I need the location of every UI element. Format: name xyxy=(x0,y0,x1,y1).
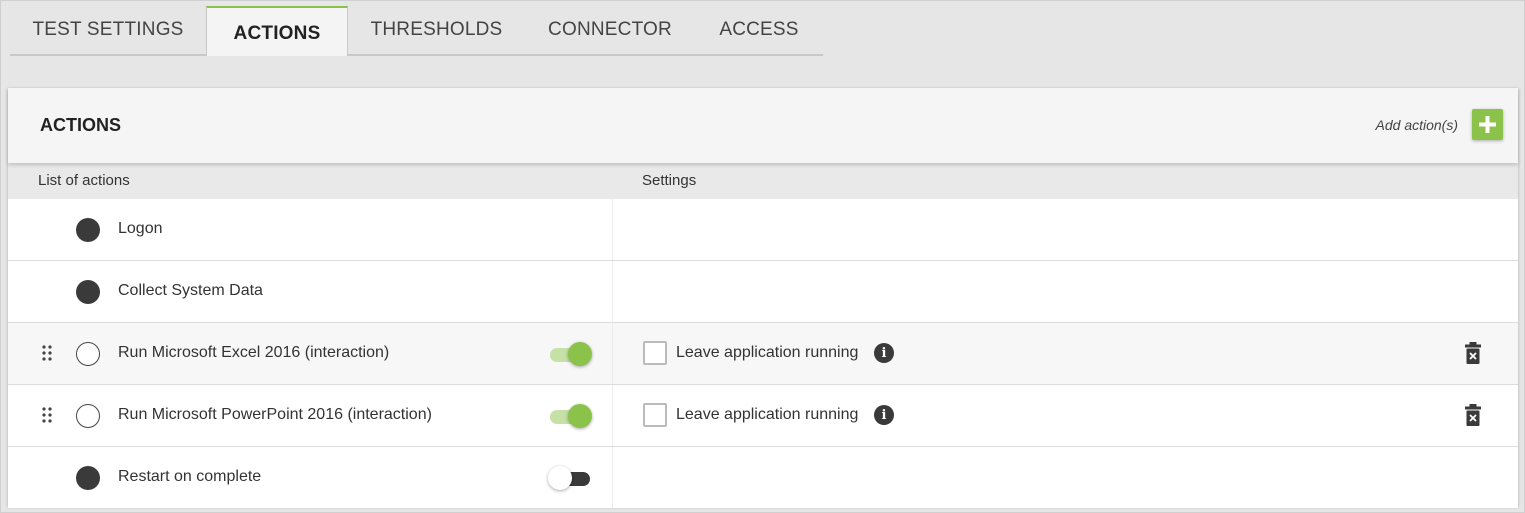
action-row-restart: Restart on complete xyxy=(8,447,1518,508)
info-icon[interactable]: i xyxy=(874,343,894,363)
action-row-powerpoint: Run Microsoft PowerPoint 2016 (interacti… xyxy=(8,385,1518,447)
panel-header: ACTIONS Add action(s) xyxy=(8,88,1518,163)
timeline-node xyxy=(76,466,100,490)
leave-running-checkbox[interactable] xyxy=(643,341,667,365)
trash-icon[interactable] xyxy=(1464,403,1482,427)
column-divider xyxy=(612,261,613,322)
timeline-node xyxy=(76,342,100,366)
column-divider xyxy=(612,199,613,260)
leave-running-label: Leave application running xyxy=(676,406,859,423)
panel-title: ACTIONS xyxy=(40,115,121,135)
enable-toggle[interactable] xyxy=(548,403,592,429)
toggle-knob xyxy=(568,404,592,428)
column-header-settings: Settings xyxy=(642,172,697,189)
column-headers: List of actions Settings xyxy=(8,163,1518,199)
drag-handle-icon[interactable] xyxy=(42,345,52,361)
toggle-knob xyxy=(548,466,572,490)
add-action-button[interactable] xyxy=(1472,109,1503,140)
action-name: Run Microsoft PowerPoint 2016 (interacti… xyxy=(118,406,432,423)
tab-thresholds[interactable]: THRESHOLDS xyxy=(348,6,525,56)
actions-panel: ACTIONS Add action(s) List of actions Se… xyxy=(8,88,1518,508)
tab-bar: TEST SETTINGS ACTIONS THRESHOLDS CONNECT… xyxy=(10,6,823,56)
tab-test-settings[interactable]: TEST SETTINGS xyxy=(10,6,206,56)
column-divider xyxy=(612,323,613,384)
action-name: Run Microsoft Excel 2016 (interaction) xyxy=(118,344,390,361)
tab-connector[interactable]: CONNECTOR xyxy=(525,6,695,56)
leave-running-label: Leave application running xyxy=(676,344,859,361)
timeline-node xyxy=(76,218,100,242)
leave-running-checkbox[interactable] xyxy=(643,403,667,427)
tab-actions[interactable]: ACTIONS xyxy=(206,6,348,56)
plus-icon xyxy=(1479,116,1496,133)
actions-list: Logon Collect System Data Run Microsoft … xyxy=(8,199,1518,508)
restart-toggle[interactable] xyxy=(548,465,592,491)
action-name: Collect System Data xyxy=(118,282,263,299)
column-header-list: List of actions xyxy=(38,172,130,189)
trash-icon[interactable] xyxy=(1464,341,1482,365)
column-divider xyxy=(612,447,613,508)
tab-access[interactable]: ACCESS xyxy=(695,6,823,56)
toggle-knob xyxy=(568,342,592,366)
action-row-collect-system-data: Collect System Data xyxy=(8,261,1518,323)
add-actions-label: Add action(s) xyxy=(1375,117,1458,133)
info-icon[interactable]: i xyxy=(874,405,894,425)
timeline-node xyxy=(76,280,100,304)
enable-toggle[interactable] xyxy=(548,341,592,367)
action-row-logon: Logon xyxy=(8,199,1518,261)
timeline-node xyxy=(76,404,100,428)
action-name: Logon xyxy=(118,220,163,237)
column-divider xyxy=(612,385,613,446)
action-name: Restart on complete xyxy=(118,468,262,485)
action-row-excel: Run Microsoft Excel 2016 (interaction) L… xyxy=(8,323,1518,385)
drag-handle-icon[interactable] xyxy=(42,407,52,423)
